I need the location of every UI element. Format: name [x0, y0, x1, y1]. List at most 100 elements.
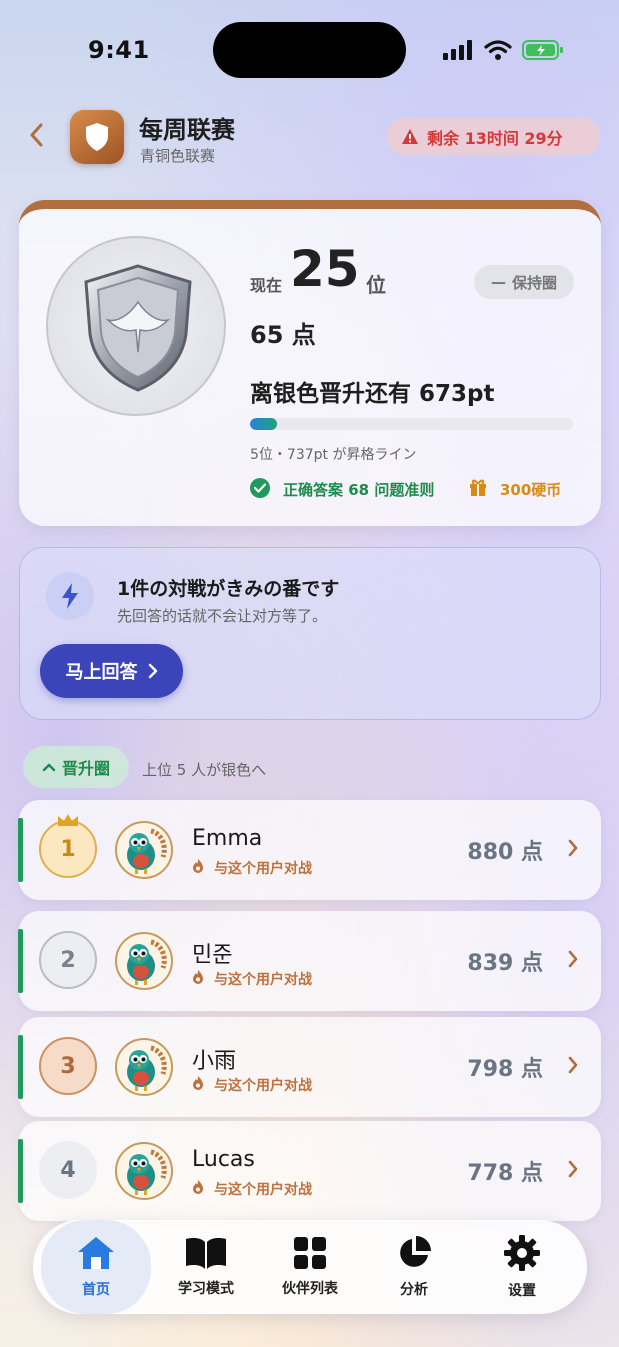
avatar [115, 932, 173, 990]
tab-analysis[interactable]: 分析 [359, 1220, 469, 1314]
wifi-icon [484, 40, 512, 60]
player-score: 798 点 [467, 1057, 543, 1082]
silver-shield-badge [46, 236, 226, 416]
player-name: Lucas [192, 1147, 255, 1172]
crown-icon [58, 814, 78, 826]
home-icon [78, 1237, 114, 1269]
book-icon [186, 1238, 226, 1269]
chevron-right-icon [568, 1056, 578, 1074]
tab-study-mode[interactable]: 学习模式 [151, 1220, 261, 1314]
player-name: 小雨 [192, 1049, 237, 1074]
gift-icon [470, 479, 486, 496]
match-subtitle: 先回答的话就不会让对方等了。 [117, 607, 328, 625]
promotion-zone-indicator [18, 1035, 23, 1099]
chevron-right-icon [568, 839, 578, 857]
chevron-right-icon [568, 1160, 578, 1178]
bird-mascot-icon [127, 1045, 167, 1091]
tab-settings[interactable]: 设置 [467, 1220, 577, 1314]
promotion-zone-indicator [18, 1139, 23, 1203]
player-name: Emma [192, 826, 263, 851]
bird-mascot-icon [127, 1149, 167, 1195]
chevron-up-icon [42, 763, 56, 772]
reward-text: 300硬币 [500, 481, 562, 499]
tab-label: 学习模式 [178, 1281, 234, 1297]
dash-icon: — [490, 273, 506, 291]
rank-medal: 4 [39, 1141, 97, 1199]
promotion-zone-indicator [18, 818, 23, 882]
challenge-user-link[interactable]: 与这个用户对战 [192, 858, 312, 878]
avatar [115, 821, 173, 879]
check-circle-icon [250, 478, 270, 498]
promotion-remaining-text: 离银色晋升还有 673pt [250, 381, 495, 407]
promotion-zone-indicator [18, 929, 23, 993]
bolt-icon [46, 572, 94, 620]
match-title: 1件の対戦がきみの番です [117, 578, 340, 600]
flame-icon [193, 859, 203, 873]
flame-icon [193, 1180, 203, 1194]
dynamic-island [213, 22, 406, 78]
leaderboard-row[interactable]: 3 小雨 与这个用户对战 798 点 [18, 1017, 601, 1117]
tab-partner-list[interactable]: 伙伴列表 [255, 1220, 365, 1314]
bird-mascot-icon [127, 828, 167, 874]
leaderboard-row[interactable]: 4 Lucas 与这个用户对战 778 点 [18, 1121, 601, 1221]
rank-medal: 2 [39, 931, 97, 989]
current-rank-number: 25 [290, 240, 360, 298]
tab-home[interactable]: 首页 [41, 1220, 151, 1314]
rank-number: 4 [60, 1157, 76, 1183]
player-score: 778 点 [467, 1161, 543, 1186]
avatar [115, 1142, 173, 1200]
rank-medal: 3 [39, 1037, 97, 1095]
promotion-line-note: 5位・737pt が昇格ライン [250, 447, 417, 463]
promotion-zone-label: 晋升圈 [61, 759, 110, 778]
challenge-user-link[interactable]: 与这个用户对战 [192, 1179, 312, 1199]
tab-label: 伙伴列表 [282, 1281, 338, 1297]
flame-icon [193, 970, 203, 984]
leaderboard-row[interactable]: 1 Emma 与这个用户对战 880 点 [18, 800, 601, 900]
player-score: 839 点 [467, 951, 543, 976]
challenge-user-text: 与这个用户对战 [214, 972, 312, 988]
promotion-zone-toggle[interactable]: 晋升圈 [23, 746, 129, 788]
zone-status-badge: — 保持圈 [474, 265, 574, 299]
bird-mascot-icon [127, 939, 167, 985]
challenge-user-text: 与这个用户对战 [214, 861, 312, 877]
league-name: 青铜色联赛 [140, 147, 216, 165]
grid-icon [294, 1237, 326, 1269]
rank-unit: 位 [366, 273, 386, 297]
leaderboard-row[interactable]: 2 민준 与这个用户对战 839 点 [18, 911, 601, 1011]
tab-label: 首页 [82, 1282, 110, 1298]
time-remaining-text: 剩余 13时间 29分 [427, 128, 563, 148]
tab-label: 分析 [400, 1282, 428, 1298]
zone-status-text: 保持圈 [511, 273, 557, 292]
gear-icon [504, 1235, 540, 1271]
challenge-user-link[interactable]: 与这个用户对战 [192, 1075, 312, 1095]
tab-label: 设置 [508, 1283, 536, 1299]
warning-icon [402, 129, 418, 144]
player-score: 880 点 [467, 840, 543, 865]
chevron-right-icon [148, 663, 157, 679]
time-remaining-badge: 剩余 13时间 29分 [387, 118, 600, 155]
battery-icon [522, 40, 563, 60]
league-badge-icon [70, 110, 124, 164]
requirement-text: 正确答案 68 问题准则 [283, 481, 435, 499]
tab-bar: 首页 学习模式 伙伴列表 分析 设置 [33, 1220, 587, 1314]
answer-now-button[interactable]: 马上回答 [40, 644, 183, 698]
promotion-progress-bar [250, 418, 573, 430]
chevron-right-icon [568, 950, 578, 968]
challenge-user-text: 与这个用户对战 [214, 1182, 312, 1198]
page-title: 每周联赛 [139, 116, 235, 144]
promotion-zone-note: 上位 5 人が银色へ [142, 761, 267, 779]
rank-medal: 1 [39, 820, 97, 878]
current-rank-label: 现在 [250, 276, 283, 295]
flame-icon [193, 1076, 203, 1090]
pie-chart-icon [400, 1236, 431, 1267]
player-name: 민준 [192, 943, 233, 968]
rank-number: 2 [60, 947, 76, 973]
avatar [115, 1038, 173, 1096]
answer-now-label: 马上回答 [65, 662, 138, 682]
shield-icon [84, 264, 192, 392]
challenge-user-link[interactable]: 与这个用户对战 [192, 969, 312, 989]
current-points: 65 点 [250, 321, 316, 349]
challenge-user-text: 与这个用户对战 [214, 1078, 312, 1094]
back-icon[interactable] [26, 120, 48, 150]
signal-icon [443, 40, 472, 60]
